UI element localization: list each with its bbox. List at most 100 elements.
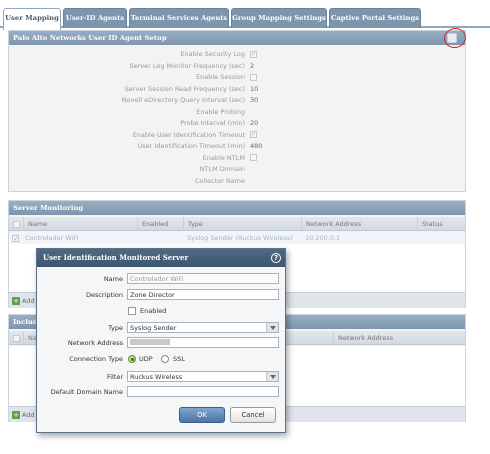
name-field[interactable]: Controlador WiFi [127,273,279,284]
column-type[interactable]: Type [183,217,301,231]
default-domain-field[interactable] [127,386,279,397]
setting-row: NTLM Domain [9,164,467,175]
checkbox-unchecked-icon [250,154,257,161]
setting-label: Enable Probing [196,107,245,116]
plus-icon: + [12,411,20,419]
column-name[interactable]: Name [23,217,137,231]
setting-value: 2 [250,61,255,70]
udp-radio[interactable] [128,355,136,363]
plus-icon: + [12,297,20,305]
enabled-checkbox[interactable] [128,307,136,315]
column-status[interactable]: Status [417,217,465,231]
checkbox-checked-icon [250,49,257,60]
ssl-radio[interactable] [161,355,169,363]
monitored-server-dialog: User Identification Monitored Server ? N… [36,248,286,433]
help-icon[interactable]: ? [271,253,281,263]
cancel-button[interactable]: Cancel [230,407,276,423]
type-row: Type Syslog Sender [37,322,285,334]
setting-label: Server Session Read Frequency (sec) [124,84,245,93]
setting-label: Enable Security Log [180,50,245,58]
ssl-label: SSL [173,355,185,363]
filter-row: Filter Ruckus Wireless [37,371,285,383]
setting-label: NTLM Domain [199,165,245,173]
column-network-address[interactable]: Network Address [301,217,417,231]
setting-label: Enable User Identification Timeout [132,130,245,139]
checkbox-unchecked-icon [250,73,257,81]
setting-value: 30 [250,96,259,104]
setting-row: Server Log Monitor Frequency (sec) 2 [9,61,467,72]
type-select[interactable]: Syslog Sender [127,322,279,333]
dialog-title: User Identification Monitored Server [37,249,285,267]
default-domain-row: Default Domain Name [37,386,285,398]
grid-header: Name Enabled Type Network Address Status [9,217,465,231]
chevron-down-icon[interactable] [266,372,278,381]
enabled-label: Enabled [140,307,167,315]
column-enabled[interactable]: Enabled [137,217,183,231]
checkbox-checked-icon [250,129,257,140]
setting-row: Enable Session [9,72,467,83]
tab-bar: User Mapping User-ID Agents Terminal Ser… [0,8,490,30]
type-select-value: Syslog Sender [130,324,177,332]
type-label: Type [108,324,123,332]
setting-label: Novell eDirectory Query Interval (sec) [121,96,245,104]
setting-row: Enable User Identification Timeout [9,129,467,141]
user-mapping-page: User Mapping User-ID Agents Terminal Ser… [0,0,490,454]
filter-label: Filter [106,373,123,381]
setting-row: Probe Interval (min) 20 [9,118,467,129]
filter-select-value: Ruckus Wireless [130,373,183,381]
chevron-down-icon[interactable] [266,323,278,332]
setting-label: Enable Session [195,73,245,81]
connection-type-row: Connection Type UDP SSL [37,353,285,365]
tab-terminal-services-agents[interactable]: Terminal Services Agents [129,8,229,28]
network-address-label: Network Address [67,339,123,347]
setting-label: Enable NTLM [202,153,245,162]
default-domain-label: Default Domain Name [50,388,123,396]
row-checkbox[interactable] [12,233,19,245]
agent-setup-title: Palo Alto Networks User ID Agent Setup [9,31,465,45]
setting-label: User Identification Timeout (min) [137,142,245,150]
setting-row: Server Session Read Frequency (sec) 10 [9,84,467,95]
network-address-row: Network Address [37,337,285,349]
add-button[interactable]: + Add [12,410,35,420]
select-all-checkbox[interactable] [13,220,20,228]
connection-type-label: Connection Type [69,355,123,363]
setting-value: 480 [250,142,263,150]
description-field[interactable]: Zone Director [127,289,279,300]
column-network-address[interactable]: Network Address [333,331,465,345]
setting-row: Enable NTLM [9,153,467,164]
select-all-checkbox[interactable] [13,334,20,342]
add-button[interactable]: + Add [12,296,35,306]
add-label: Add [22,297,35,305]
setting-label: Collector Name [194,176,245,185]
setting-row: Enable Security Log [9,49,467,60]
tab-captive-portal-settings[interactable]: Captive Portal Settings [329,8,421,28]
name-row: Name Controlador WiFi [37,273,285,285]
setting-value: 20 [250,119,259,127]
redacted-value [130,339,170,345]
agent-setup-panel: Palo Alto Networks User ID Agent Setup E… [8,30,466,192]
name-label: Name [103,275,123,283]
setting-label: Probe Interval (min) [180,119,245,127]
tab-group-mapping-settings[interactable]: Group Mapping Settings [231,8,327,28]
setting-value: 10 [250,84,259,93]
enabled-row: Enabled [37,305,285,317]
ok-button[interactable]: OK [179,407,225,423]
filter-select[interactable]: Ruckus Wireless [127,371,279,382]
cell-address: 10.200.0.1 [305,234,341,242]
setting-row: User Identification Timeout (min) 480 [9,141,467,152]
setting-row: Novell eDirectory Query Interval (sec) 3… [9,95,467,106]
network-address-field[interactable] [127,337,279,348]
description-row: Description Zone Director [37,289,285,301]
setting-label: Server Log Monitor Frequency (sec) [129,61,245,70]
setting-row: Collector Name [9,176,467,187]
tab-user-id-agents[interactable]: User-ID Agents [63,8,127,28]
setting-row: Enable Probing [9,107,467,118]
cell-name[interactable]: Controlador WiFi [25,232,78,244]
table-row[interactable]: Controlador WiFi Syslog Sender (Ruckus W… [9,232,465,245]
cell-type: Syslog Sender (Ruckus Wireless) [187,234,293,242]
udp-label: UDP [139,355,153,363]
server-monitoring-title: Server Monitoring [9,201,465,215]
description-label: Description [85,291,123,299]
add-label: Add [22,411,35,419]
tab-user-mapping[interactable]: User Mapping [3,8,61,30]
